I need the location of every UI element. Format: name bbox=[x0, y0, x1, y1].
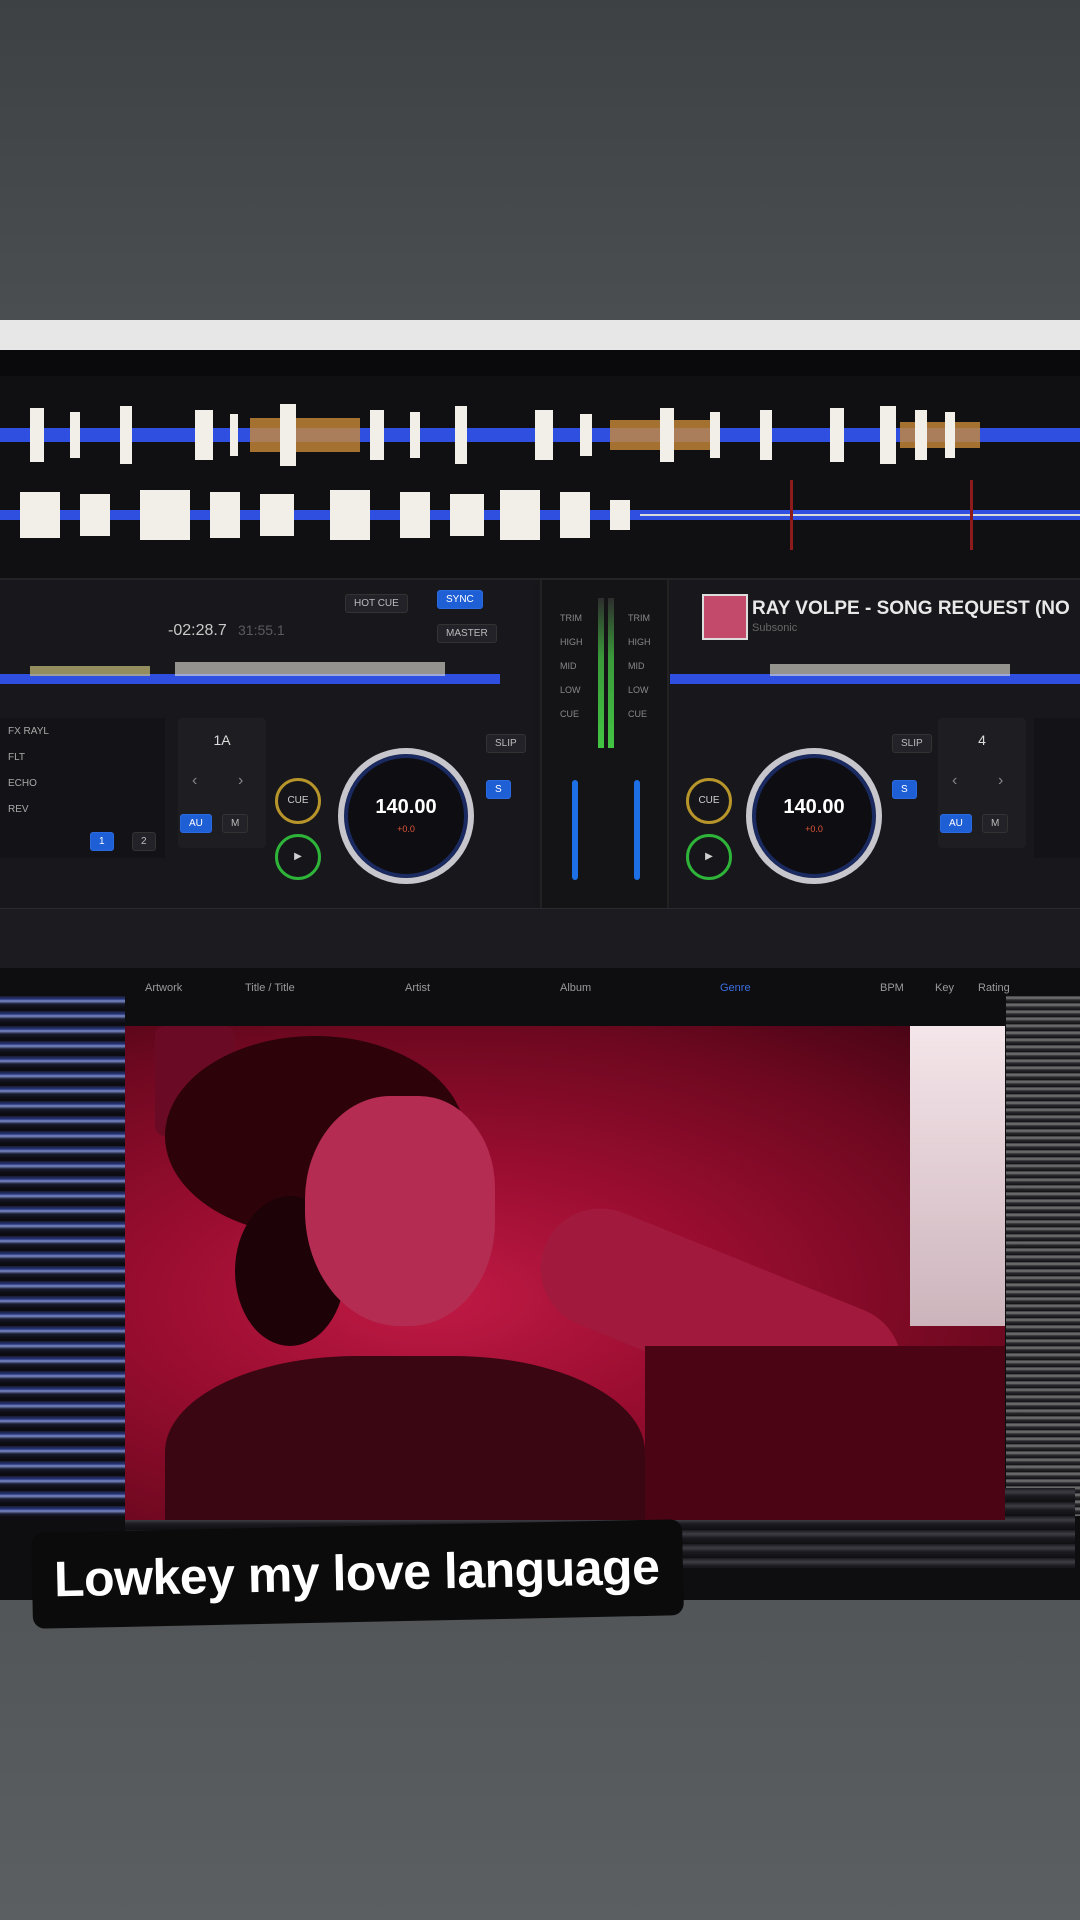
dj-controller-desk bbox=[645, 1346, 1005, 1520]
deck-b-overview-waveform[interactable] bbox=[670, 658, 1080, 688]
deck-a-pitch: +0.0 bbox=[397, 824, 415, 834]
mixer-left-labels: TRIM HIGH MID LOW CUE bbox=[560, 606, 583, 726]
deck-a-sync-small-button[interactable]: S bbox=[486, 780, 511, 799]
deck-a-jog-wheel[interactable]: 140.00 +0.0 bbox=[338, 748, 474, 884]
deck-a-auto-button[interactable]: AU bbox=[180, 814, 212, 833]
deck-a-pad-mode-button[interactable]: HOT CUE bbox=[345, 594, 408, 613]
mixer-left-mid-label: MID bbox=[560, 661, 577, 671]
monitor-bezel-shadow bbox=[0, 350, 1080, 376]
deck-a-fx-item[interactable]: FLT bbox=[8, 752, 25, 763]
deck-b-sync-small-button[interactable]: S bbox=[892, 780, 917, 799]
library-rating-column bbox=[1006, 996, 1080, 1516]
mixer-right-low-label: LOW bbox=[628, 685, 649, 695]
deck-b-bpm: 140.00 bbox=[783, 796, 845, 818]
deck-b-key-panel: 4 ‹ › AU M bbox=[938, 718, 1026, 848]
mixer-left-high-label: HIGH bbox=[560, 637, 583, 647]
mixer-left-cue-label: CUE bbox=[560, 709, 580, 719]
deck-b-key: 4 bbox=[978, 732, 986, 748]
deck-b-level-meter bbox=[608, 598, 614, 748]
webcam-overlay bbox=[125, 1026, 1005, 1520]
deck-a-waveform[interactable] bbox=[0, 400, 1080, 470]
mixer-left-trim-label: TRIM bbox=[560, 613, 582, 623]
deck-a-fx-item[interactable]: FX RAYL bbox=[8, 726, 49, 737]
mixer-panel: TRIM HIGH MID LOW CUE TRIM HIGH MID LOW … bbox=[540, 580, 669, 910]
transport-strip bbox=[0, 908, 1080, 969]
deck-a-level-meter bbox=[598, 598, 604, 748]
column-rating[interactable]: Rating bbox=[978, 982, 1010, 994]
chevron-right-icon[interactable]: › bbox=[998, 772, 1003, 790]
column-title[interactable]: Title / Title bbox=[245, 982, 295, 994]
deck-b-track-title: RAY VOLPE - SONG REQUEST (NO bbox=[752, 598, 1070, 619]
deck-b-channel-fader[interactable] bbox=[634, 780, 640, 880]
mixer-right-labels: TRIM HIGH MID LOW CUE bbox=[628, 606, 651, 726]
deck-a-bpm: 140.00 bbox=[375, 796, 437, 818]
deck-a-key-panel: 1A ‹ › AU M bbox=[178, 718, 266, 848]
deck-a-sync-button[interactable]: SYNC bbox=[437, 590, 483, 609]
mixer-right-cue-label: CUE bbox=[628, 709, 648, 719]
deck-a-key: 1A bbox=[213, 732, 231, 748]
deck-a-remaining-time: 31:55.1 bbox=[238, 622, 285, 638]
blurred-background-top bbox=[0, 0, 1080, 320]
deck-b-pitch: +0.0 bbox=[805, 824, 823, 834]
chevron-left-icon[interactable]: ‹ bbox=[192, 772, 197, 790]
column-artwork[interactable]: Artwork bbox=[145, 982, 182, 994]
deck-a-overview-waveform[interactable] bbox=[0, 658, 500, 688]
library-header: Artwork Title / Title Artist Album Genre… bbox=[0, 968, 1080, 996]
deck-b-cue-button[interactable]: CUE bbox=[686, 778, 732, 824]
column-album[interactable]: Album bbox=[560, 982, 591, 994]
deck-a-page-2-button[interactable]: 2 bbox=[132, 832, 156, 851]
deck-b-manual-button[interactable]: M bbox=[982, 814, 1009, 833]
play-icon: ▶ bbox=[705, 851, 713, 862]
deck-a-play-button[interactable]: ▶ bbox=[275, 834, 321, 880]
monitor-bezel bbox=[0, 320, 1080, 350]
deck-a-page-1-button[interactable]: 1 bbox=[90, 832, 114, 851]
chevron-right-icon[interactable]: › bbox=[238, 772, 243, 790]
deck-b-artwork bbox=[702, 594, 748, 640]
mixer-right-high-label: HIGH bbox=[628, 637, 651, 647]
chevron-left-icon[interactable]: ‹ bbox=[952, 772, 957, 790]
mixer-right-mid-label: MID bbox=[628, 661, 645, 671]
play-icon: ▶ bbox=[294, 851, 302, 862]
deck-a-elapsed-time: -02:28.7 bbox=[168, 622, 227, 639]
person-face bbox=[305, 1096, 495, 1326]
column-artist[interactable]: Artist bbox=[405, 982, 430, 994]
column-bpm[interactable]: BPM bbox=[880, 982, 904, 994]
deck-b-track-artist: Subsonic bbox=[752, 622, 798, 634]
person-shirt bbox=[165, 1356, 645, 1520]
deck-panel: -02:28.7 31:55.1 HOT CUE SYNC MASTER FX … bbox=[0, 578, 1080, 910]
mixer-left-low-label: LOW bbox=[560, 685, 581, 695]
deck-a-manual-button[interactable]: M bbox=[222, 814, 249, 833]
deck-a-cue-button[interactable]: CUE bbox=[275, 778, 321, 824]
deck-b-auto-button[interactable]: AU bbox=[940, 814, 972, 833]
deck-b-slip-button[interactable]: SLIP bbox=[892, 734, 932, 753]
deck-a-fx-item[interactable]: REV bbox=[8, 804, 29, 815]
deck-a-channel-fader[interactable] bbox=[572, 780, 578, 880]
column-genre[interactable]: Genre bbox=[720, 982, 751, 994]
deck-a-master-button[interactable]: MASTER bbox=[437, 624, 497, 643]
deck-b: RAY VOLPE - SONG REQUEST (NO Subsonic CU… bbox=[670, 580, 1080, 910]
deck-a-slip-button[interactable]: SLIP bbox=[486, 734, 526, 753]
deck-b-waveform[interactable] bbox=[0, 480, 1080, 550]
deck-b-jog-wheel[interactable]: 140.00 +0.0 bbox=[746, 748, 882, 884]
deck-a-fx-item[interactable]: ECHO bbox=[8, 778, 37, 789]
background-monitor bbox=[910, 1026, 1005, 1326]
deck-a-fx-list: FX RAYL FLT ECHO REV 1 2 bbox=[0, 718, 165, 858]
deck-b-play-button[interactable]: ▶ bbox=[686, 834, 732, 880]
deck-b-fx-list bbox=[1034, 718, 1080, 858]
caption-text: Lowkey my love language bbox=[31, 1519, 685, 1629]
column-key[interactable]: Key bbox=[935, 982, 954, 994]
mixer-right-trim-label: TRIM bbox=[628, 613, 650, 623]
deck-a: -02:28.7 31:55.1 HOT CUE SYNC MASTER FX … bbox=[0, 580, 535, 910]
library-sidebar-tracks[interactable] bbox=[0, 996, 125, 1516]
